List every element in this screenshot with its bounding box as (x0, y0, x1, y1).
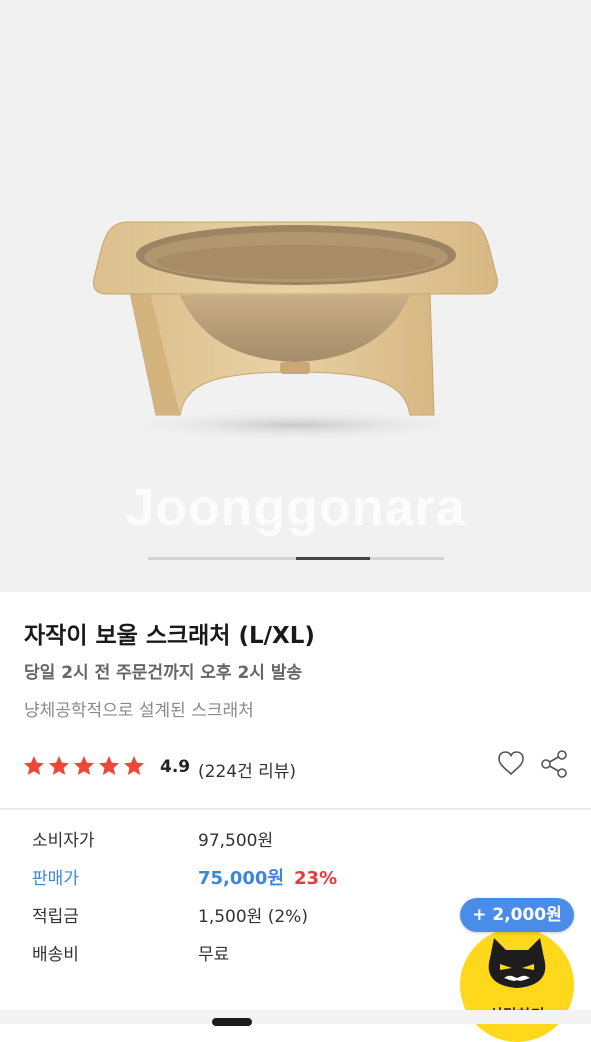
discount-rate: 23% (294, 868, 338, 889)
star-icon (124, 756, 144, 775)
share-icon[interactable] (538, 748, 570, 780)
price-row-sale: 판매가 75,000원 23% (0, 864, 591, 894)
product-title: 자작이 보울 스크래처 (L/XL) (24, 623, 315, 649)
shipping-note: 당일 2시 전 주문건까지 오후 2시 발송 (24, 663, 303, 683)
sale-price: 75,000원 (198, 868, 285, 889)
price-label: 배송비 (32, 945, 79, 965)
star-icon (24, 756, 44, 775)
watermark: Joonggonara (125, 479, 466, 537)
carousel-pager (148, 557, 444, 560)
price-value: 1,500원 (2%) (198, 907, 308, 927)
rating-value: 4.9 (160, 757, 191, 777)
carousel-pager-active (296, 557, 370, 560)
review-count-link[interactable]: (224건 리뷰) (198, 757, 296, 782)
sale-price-value: 75,000원 23% (198, 864, 337, 890)
star-icon (99, 756, 119, 775)
product-subtitle: 냥체공학적으로 설계된 스크래처 (24, 701, 254, 721)
bottom-handle[interactable] (212, 1018, 252, 1026)
cat-mascot-icon (488, 938, 546, 988)
chat-consult-button[interactable]: 상담하기 (460, 928, 574, 1042)
price-label: 적립금 (32, 907, 79, 927)
price-label: 소비자가 (32, 831, 95, 851)
price-value: 97,500원 (198, 831, 274, 851)
price-value: 무료 (198, 945, 230, 965)
price-label: 판매가 (32, 869, 79, 889)
price-row-retail: 소비자가 97,500원 (0, 826, 591, 856)
points-badge: + 2,000원 (460, 898, 574, 932)
rating-row: 4.9 (224건 리뷰) (22, 750, 582, 782)
wishlist-heart-icon[interactable] (496, 748, 526, 778)
section-divider (0, 808, 591, 810)
bottom-bar (0, 1010, 591, 1024)
product-image-carousel[interactable]: Joonggonara (0, 0, 591, 592)
rating-stars[interactable] (22, 754, 146, 778)
star-icon (49, 756, 69, 775)
star-icon (74, 756, 94, 775)
